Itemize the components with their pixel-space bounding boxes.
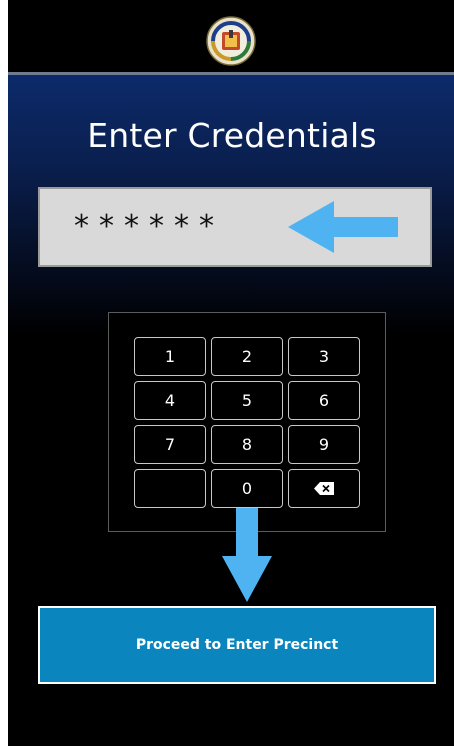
key-2[interactable]: 2 bbox=[211, 337, 283, 376]
numeric-keypad: 1 2 3 4 5 6 7 8 9 0 bbox=[108, 312, 386, 532]
key-blank[interactable] bbox=[134, 469, 206, 508]
key-0[interactable]: 0 bbox=[211, 469, 283, 508]
key-7[interactable]: 7 bbox=[134, 425, 206, 464]
key-9[interactable]: 9 bbox=[288, 425, 360, 464]
key-5[interactable]: 5 bbox=[211, 381, 283, 420]
key-8[interactable]: 8 bbox=[211, 425, 283, 464]
key-1[interactable]: 1 bbox=[134, 337, 206, 376]
arrow-left-icon bbox=[288, 201, 398, 253]
credential-value: ****** bbox=[74, 209, 224, 244]
ballot-device-screen: Enter Credentials ****** 1 2 3 4 5 6 7 8… bbox=[8, 0, 454, 746]
key-4[interactable]: 4 bbox=[134, 381, 206, 420]
key-3[interactable]: 3 bbox=[288, 337, 360, 376]
page-title: Enter Credentials bbox=[87, 116, 377, 155]
arrow-down-icon bbox=[222, 508, 272, 602]
keypad-grid: 1 2 3 4 5 6 7 8 9 0 bbox=[134, 337, 360, 508]
proceed-button[interactable]: Proceed to Enter Precinct bbox=[38, 606, 436, 684]
county-seal-icon bbox=[206, 16, 256, 66]
key-backspace[interactable] bbox=[288, 469, 360, 508]
key-6[interactable]: 6 bbox=[288, 381, 360, 420]
credential-field[interactable]: ****** bbox=[38, 187, 432, 267]
backspace-icon bbox=[314, 482, 334, 495]
